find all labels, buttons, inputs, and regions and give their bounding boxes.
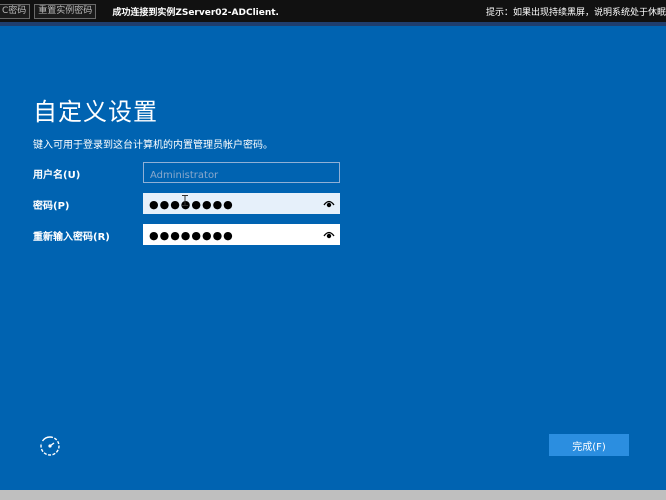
password-label: 密码(P) [33, 201, 70, 212]
username-field [143, 162, 340, 185]
confirm-password-input[interactable] [143, 225, 340, 246]
password-input[interactable] [143, 194, 340, 215]
bottom-bar [0, 490, 666, 500]
confirm-password-label: 重新输入密码(R) [33, 232, 110, 243]
confirm-password-field [143, 224, 340, 246]
reset-instance-password-button[interactable]: 重置实例密码 [34, 3, 97, 19]
page-subtitle: 键入可用于登录到这台计算机的内置管理员帐户密码。 [33, 140, 273, 151]
finish-button[interactable]: 完成(F) [549, 434, 629, 456]
password-field [143, 193, 340, 215]
username-label: 用户名(U) [33, 170, 81, 181]
eye-icon[interactable] [323, 198, 335, 209]
eye-icon[interactable] [323, 229, 335, 240]
page-title: 自定义设置 [33, 98, 158, 126]
remote-toolbar: C密码 重置实例密码 成功连接到实例ZServer02-ADClient. 提示… [0, 0, 666, 22]
text-cursor-icon [182, 195, 188, 206]
change-password-button[interactable]: C密码 [0, 3, 31, 19]
username-input[interactable] [144, 166, 339, 185]
black-screen-hint: 提示：如果出现持续黑屏，说明系统处于休眠 [485, 7, 666, 18]
connection-status: 成功连接到实例ZServer02-ADClient. [112, 7, 279, 18]
ease-of-access-icon[interactable] [38, 434, 62, 458]
